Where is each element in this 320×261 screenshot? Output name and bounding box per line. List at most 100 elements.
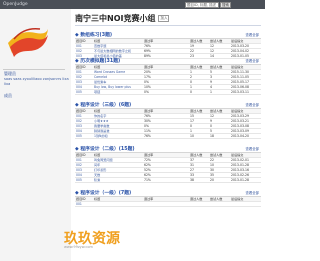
problem-id-link[interactable]: 004 bbox=[76, 85, 94, 90]
problem-id-link[interactable]: 001 bbox=[76, 202, 94, 207]
problem-id-link[interactable]: 003 bbox=[76, 80, 94, 85]
problem-table: 题目ID 标题 通过率 通过人数 尝试人数 最后提交 001 查数字题 76% 19 12 2013-… bbox=[75, 38, 261, 59]
column-header: 标题 bbox=[94, 109, 101, 113]
problem-title-link[interactable]: 项链 bbox=[94, 90, 134, 95]
problem-id-link[interactable]: 001 bbox=[76, 44, 94, 49]
problem-id-link[interactable]: 003 bbox=[76, 124, 94, 129]
problem-id-link[interactable]: 001 bbox=[76, 70, 94, 75]
table-cell: 33 bbox=[190, 173, 194, 177]
problem-title-link[interactable]: 猜猜我是谁 bbox=[94, 129, 134, 134]
problem-id-link[interactable]: 005 bbox=[76, 90, 94, 95]
problem-id-link[interactable]: 001 bbox=[76, 114, 94, 119]
view-all-link[interactable]: 查看全部 bbox=[245, 58, 259, 63]
problem-section: ◆ 程序设计（三级）(6题) 查看全部 题目ID 标题 通过率 通过人数 尝试人数 最后提交 0… bbox=[75, 101, 261, 139]
problem-id-link[interactable]: 002 bbox=[76, 49, 94, 54]
table-row[interactable]: 005 项链 0% 0 1 2013-03-11 bbox=[75, 90, 261, 95]
problem-title-link[interactable]: 1到N的和 bbox=[94, 134, 134, 139]
table-cell: 10 bbox=[210, 163, 214, 167]
table-cell: 12 bbox=[210, 44, 214, 48]
view-all-link[interactable]: 查看全部 bbox=[245, 146, 259, 151]
problem-id-link[interactable]: 002 bbox=[76, 75, 94, 80]
sidebar-divider bbox=[3, 69, 65, 70]
column-header: 题目ID bbox=[76, 197, 86, 201]
column-header: 最后提交 bbox=[231, 197, 244, 201]
section-heading[interactable]: ◆ 数组练习(3题) bbox=[75, 31, 112, 38]
admins-links-2[interactable]: lixa bbox=[4, 82, 10, 86]
table-cell: 10 bbox=[190, 134, 194, 138]
table-row[interactable]: 005 阶乘 71% 38 20 2013-01-28 bbox=[75, 178, 261, 183]
table-cell: 52% bbox=[144, 168, 151, 172]
table-cell: 2013-06-08 bbox=[231, 85, 249, 89]
table-cell: 0% bbox=[144, 90, 149, 94]
table-cell: 0% bbox=[144, 80, 149, 84]
problem-title-link[interactable]: 查数字题 bbox=[94, 44, 134, 49]
table-cell: 1 bbox=[210, 90, 212, 94]
table-cell: 2015-11-30 bbox=[231, 70, 249, 74]
problem-title-link[interactable]: 天数 bbox=[94, 173, 134, 178]
problem-id-link[interactable]: 002 bbox=[76, 119, 94, 124]
site-brand-link[interactable]: OpenJudge bbox=[3, 1, 28, 8]
problem-section: ◆ 程序设计（一级）(7题) 查看全部 题目ID 标题 通过率 通过人数 尝试人数 最后提交 0… bbox=[75, 189, 261, 207]
section-header: ◆ 程序设计（一级）(7题) 查看全部 bbox=[75, 189, 261, 197]
column-header: 尝试人数 bbox=[210, 153, 223, 157]
problem-title-link[interactable]: 鸡兔同笼问题 bbox=[94, 158, 134, 163]
table-cell: 5 bbox=[210, 70, 212, 74]
column-header: 通过率 bbox=[144, 109, 154, 113]
problem-title-link[interactable]: Buy low, Buy lower plus bbox=[94, 85, 134, 90]
problem-id-link[interactable]: 001 bbox=[76, 158, 94, 163]
table-cell: 4 bbox=[210, 85, 212, 89]
view-all-link[interactable]: 查看全部 bbox=[245, 102, 259, 107]
problem-id-link[interactable]: 002 bbox=[76, 163, 94, 168]
table-row[interactable]: 001 bbox=[75, 202, 261, 207]
table-cell: 1 bbox=[190, 70, 192, 74]
join-button[interactable]: 加入 bbox=[158, 15, 170, 22]
table-cell: 2013-03-20 bbox=[231, 44, 249, 48]
table-cell: 72% bbox=[144, 158, 151, 162]
search-input[interactable]: 题目ID, 标题, 描述 bbox=[185, 1, 219, 8]
search-button[interactable]: 搜索 bbox=[220, 1, 231, 8]
problem-title-link[interactable]: 我要学奥数 bbox=[94, 124, 134, 129]
view-all-link[interactable]: 查看全部 bbox=[245, 32, 259, 37]
admins-links[interactable]: saas saas zyouliliaoo zonjsonrrs lixa bbox=[4, 77, 69, 81]
section-heading[interactable]: ◆ 程序设计（三级）(6题) bbox=[75, 101, 131, 108]
problem-title-link[interactable]: 你的名字 bbox=[94, 114, 134, 119]
problem-id-link[interactable]: 003 bbox=[76, 168, 94, 173]
table-cell: 76% bbox=[144, 44, 151, 48]
sidebar: 管理员 saas saas zyouliliaoo zonjsonrrs lix… bbox=[0, 9, 71, 261]
problem-title-link[interactable]: 不与最大数相同的数字之和 bbox=[94, 49, 134, 54]
table-cell: 19 bbox=[190, 44, 194, 48]
section-heading[interactable]: ◆ 历次模拟题(31题) bbox=[75, 57, 120, 64]
table-cell: 0 bbox=[190, 80, 192, 84]
problem-title-link[interactable]: 闰年 bbox=[94, 163, 134, 168]
problem-title-link[interactable]: Word Crosses Game bbox=[94, 70, 134, 75]
section-header: ◆ 数组练习(3题) 查看全部 bbox=[75, 31, 261, 39]
problem-id-link[interactable]: 004 bbox=[76, 129, 94, 134]
table-cell: 2013-03-29 bbox=[231, 114, 249, 118]
title-divider bbox=[75, 25, 261, 26]
table-cell: 30% bbox=[144, 119, 151, 123]
table-cell: 62% bbox=[144, 163, 151, 167]
section-heading[interactable]: ◆ 程序设计（一级）(7题) bbox=[75, 189, 131, 196]
problem-title-link[interactable]: Camelot bbox=[94, 75, 134, 80]
problem-title-link[interactable]: 打印菱形 bbox=[94, 168, 134, 173]
view-all-link[interactable]: 查看全部 bbox=[245, 190, 259, 195]
problem-title-link[interactable]: 最优乘车 bbox=[94, 80, 134, 85]
section-heading[interactable]: ◆ 程序设计（二级）(15题) bbox=[75, 145, 135, 152]
problem-id-link[interactable]: 005 bbox=[76, 178, 94, 183]
column-header: 通过人数 bbox=[190, 197, 203, 201]
column-header: 标题 bbox=[94, 153, 101, 157]
table-cell: 10% bbox=[144, 85, 151, 89]
column-header: 标题 bbox=[94, 197, 101, 201]
column-header: 尝试人数 bbox=[210, 65, 223, 69]
problem-title-link[interactable]: 阶乘 bbox=[94, 178, 134, 183]
problem-id-link[interactable]: 005 bbox=[76, 134, 94, 139]
table-cell: 62% bbox=[144, 173, 151, 177]
watermark-url: www.99zyw.com bbox=[64, 245, 93, 249]
members-heading: 成员 bbox=[4, 93, 12, 98]
column-header: 通过率 bbox=[144, 65, 154, 69]
column-header: 尝试人数 bbox=[210, 197, 223, 201]
top-navigation-bar: OpenJudge 题目ID, 标题, 描述 搜索 bbox=[0, 0, 265, 9]
problem-id-link[interactable]: 004 bbox=[76, 173, 94, 178]
problem-title-link[interactable]: 小明★★★ bbox=[94, 119, 134, 124]
table-row[interactable]: 005 1到N的和 76% 10 18 2013-04-20 bbox=[75, 134, 261, 139]
